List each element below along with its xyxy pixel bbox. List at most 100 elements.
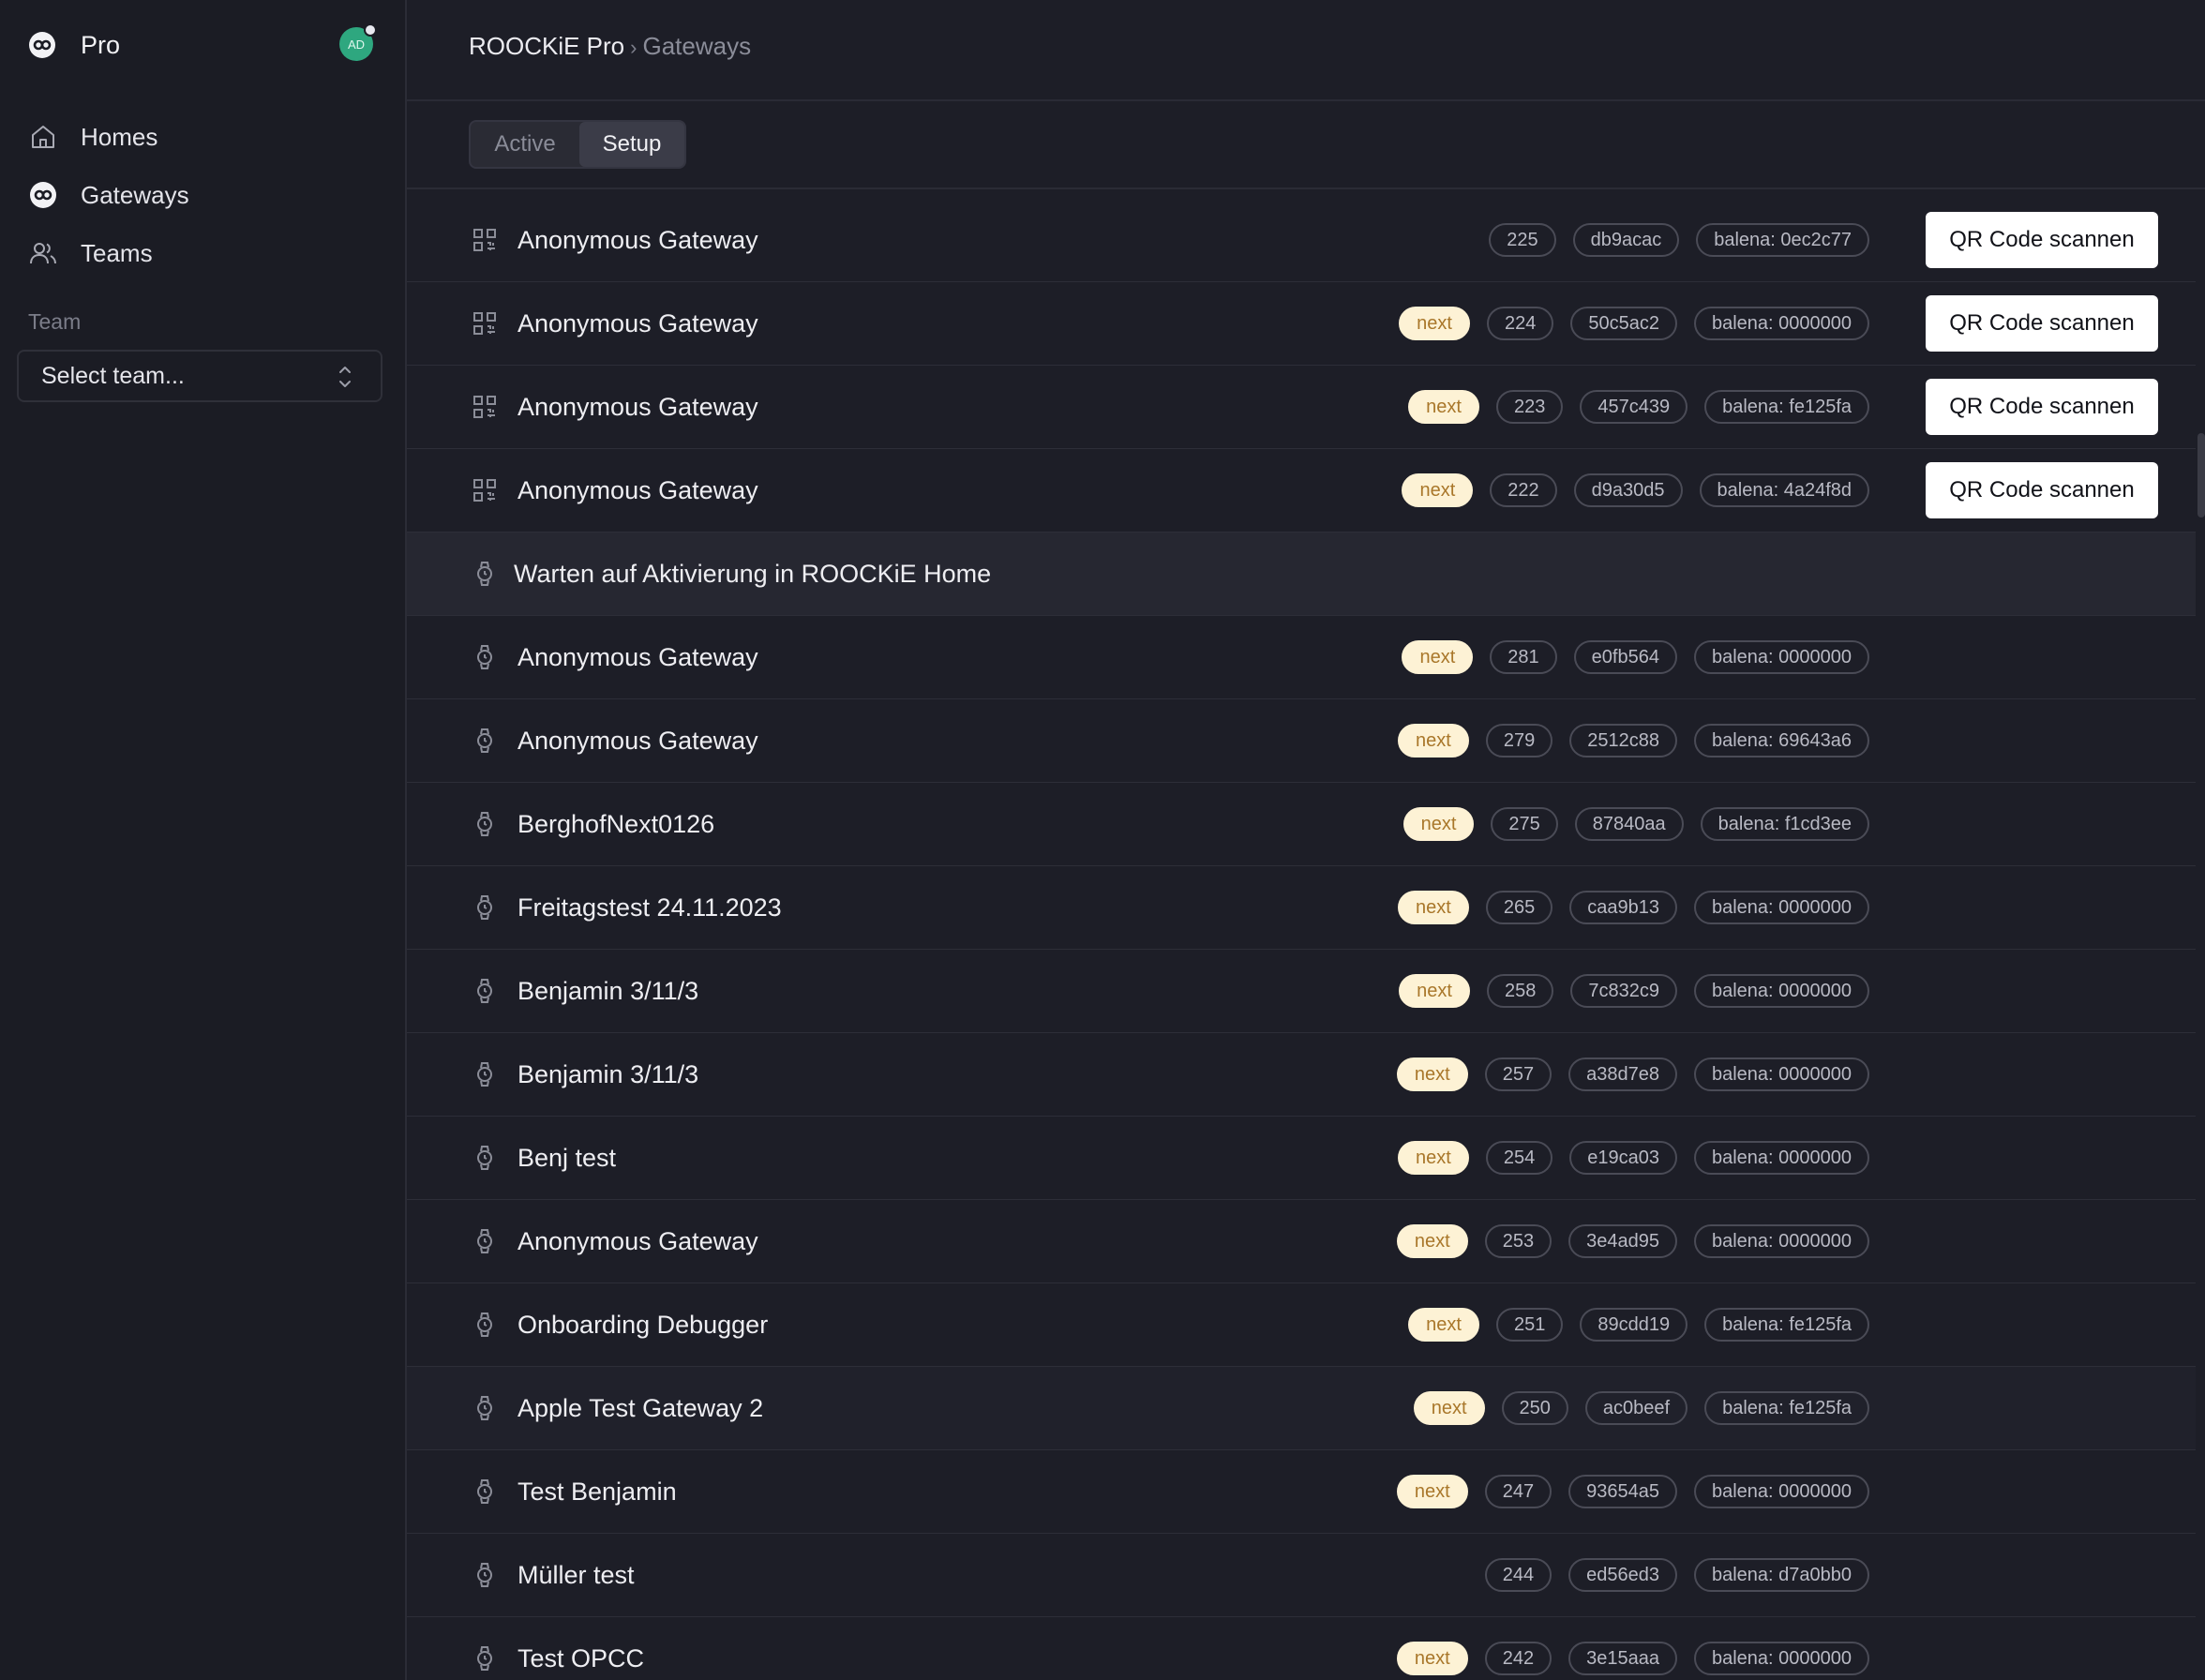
commit-hash-badge: d9a30d5 xyxy=(1573,473,1683,507)
brand[interactable]: Pro xyxy=(28,26,120,64)
gateway-id-badge: 223 xyxy=(1495,390,1564,424)
gateway-row[interactable]: Benjamin 3/11/3 next 257 a38d7e8 balena:… xyxy=(407,1033,2196,1117)
badge-group: next 258 7c832c9 balena: 0000000 xyxy=(1399,950,1869,1032)
status-dot-icon xyxy=(364,23,377,37)
tab-setup[interactable]: Setup xyxy=(579,122,684,167)
gateway-name: Benjamin 3/11/3 xyxy=(518,976,699,1005)
team-select[interactable]: Select team... xyxy=(17,350,382,402)
gateway-name: Anonymous Gateway xyxy=(518,225,758,254)
sidebar-item-label: Homes xyxy=(81,122,158,151)
gateway-name: Benj test xyxy=(518,1143,617,1172)
badge-group: next 254 e19ca03 balena: 0000000 xyxy=(1398,1117,1869,1199)
main-content: ROOCKiE Pro › Gateways Active Setup Anonym… xyxy=(407,0,2205,1680)
badge-group: next 265 caa9b13 balena: 0000000 xyxy=(1398,866,1869,949)
balena-badge: balena: fe125fa xyxy=(1704,1308,1869,1342)
tab-active[interactable]: Active xyxy=(471,122,579,167)
balena-badge: balena: 0000000 xyxy=(1693,1141,1869,1175)
gateway-name: Benjamin 3/11/3 xyxy=(518,1059,699,1088)
badge-group: next 253 3e4ad95 balena: 0000000 xyxy=(1396,1200,1869,1282)
avatar[interactable]: AD xyxy=(339,23,377,61)
topbar: ROOCKiE Pro › Gateways xyxy=(407,0,2205,101)
gateway-row[interactable]: Freitagstest 24.11.2023 next 265 caa9b13… xyxy=(407,866,2196,950)
sidebar-item-homes[interactable]: Homes xyxy=(28,108,189,166)
balena-badge: balena: 0000000 xyxy=(1693,307,1869,340)
gateway-row[interactable]: Anonymous Gateway next 279 2512c88 balen… xyxy=(407,699,2196,783)
next-badge: next xyxy=(1399,974,1470,1008)
commit-hash-badge: 457c439 xyxy=(1580,390,1688,424)
balena-badge: balena: 0000000 xyxy=(1693,1642,1869,1675)
gateway-name: Apple Test Gateway 2 xyxy=(518,1393,764,1422)
team-label: Team xyxy=(28,309,82,334)
watch-icon xyxy=(471,1394,499,1422)
commit-hash-badge: 93654a5 xyxy=(1568,1475,1677,1508)
gateway-row: Anonymous Gateway next 224 50c5ac2 balen… xyxy=(407,282,2196,366)
gateway-row: Anonymous Gateway next 223 457c439 balen… xyxy=(407,366,2196,449)
gateway-name: Anonymous Gateway xyxy=(518,642,758,671)
next-badge: next xyxy=(1398,891,1469,924)
next-badge: next xyxy=(1399,307,1470,340)
sidebar: Pro AD Homes Gateways Teams Team Select … xyxy=(0,0,407,1680)
qr-scan-button[interactable]: QR Code scannen xyxy=(1926,212,2158,268)
next-badge: next xyxy=(1396,1475,1468,1508)
gateway-row[interactable]: Benjamin 3/11/3 next 258 7c832c9 balena:… xyxy=(407,950,2196,1033)
balena-badge: balena: 0000000 xyxy=(1693,974,1869,1008)
next-badge: next xyxy=(1408,390,1479,424)
badge-group: next 275 87840aa balena: f1cd3ee xyxy=(1402,783,1869,865)
commit-hash-badge: 3e4ad95 xyxy=(1568,1224,1677,1258)
gateway-name: Müller test xyxy=(518,1560,635,1589)
badge-group: 225 db9acac balena: 0ec2c77 xyxy=(1489,199,1869,281)
qr-scan-button[interactable]: QR Code scannen xyxy=(1926,379,2158,435)
balena-badge: balena: fe125fa xyxy=(1704,390,1869,424)
watch-icon xyxy=(471,1060,499,1088)
watch-icon xyxy=(471,1311,499,1339)
watch-icon xyxy=(471,1561,499,1589)
gateway-row[interactable]: Anonymous Gateway next 281 e0fb564 balen… xyxy=(407,616,2196,699)
gateway-row[interactable]: Anonymous Gateway next 253 3e4ad95 balen… xyxy=(407,1200,2196,1283)
commit-hash-badge: 3e15aaa xyxy=(1568,1642,1677,1675)
next-badge: next xyxy=(1396,1642,1468,1675)
balena-badge: balena: 0000000 xyxy=(1693,1224,1869,1258)
balena-badge: balena: 0000000 xyxy=(1693,891,1869,924)
qr-scan-button[interactable]: QR Code scannen xyxy=(1926,462,2158,518)
badge-group: next 247 93654a5 balena: 0000000 xyxy=(1396,1450,1869,1533)
chevron-up-down-icon xyxy=(336,363,354,398)
commit-hash-badge: ed56ed3 xyxy=(1568,1558,1677,1592)
badge-group: next 251 89cdd19 balena: fe125fa xyxy=(1408,1283,1869,1366)
qr-scan-button[interactable]: QR Code scannen xyxy=(1926,295,2158,352)
breadcrumb-root[interactable]: ROOCKiE Pro xyxy=(469,32,624,60)
gateway-row[interactable]: Müller test 244 ed56ed3 balena: d7a0bb0 xyxy=(407,1534,2196,1617)
sidebar-item-gateways[interactable]: Gateways xyxy=(28,166,189,224)
commit-hash-badge: e0fb564 xyxy=(1573,640,1677,674)
commit-hash-badge: 7c832c9 xyxy=(1570,974,1677,1008)
next-badge: next xyxy=(1396,1058,1468,1091)
gateway-name: BerghofNext0126 xyxy=(518,809,715,838)
scrollbar[interactable] xyxy=(2198,433,2205,518)
gateway-row[interactable]: Apple Test Gateway 2 next 250 ac0beef ba… xyxy=(407,1367,2196,1450)
gateway-row[interactable]: Benj test next 254 e19ca03 balena: 00000… xyxy=(407,1117,2196,1200)
badge-group: next 223 457c439 balena: fe125fa xyxy=(1408,366,1869,448)
watch-icon xyxy=(471,560,499,588)
gateway-row[interactable]: Onboarding Debugger next 251 89cdd19 bal… xyxy=(407,1283,2196,1367)
gateway-row[interactable]: Test Benjamin next 247 93654a5 balena: 0… xyxy=(407,1450,2196,1534)
balena-badge: balena: 4a24f8d xyxy=(1699,473,1869,507)
next-badge: next xyxy=(1398,724,1469,758)
commit-hash-badge: a38d7e8 xyxy=(1568,1058,1677,1091)
commit-hash-badge: ac0beef xyxy=(1584,1391,1688,1425)
next-badge: next xyxy=(1402,473,1474,507)
badge-group: next 222 d9a30d5 balena: 4a24f8d xyxy=(1402,449,1869,532)
sidebar-nav: Homes Gateways Teams xyxy=(28,108,189,282)
gateway-row[interactable]: Test OPCC next 242 3e15aaa balena: 00000… xyxy=(407,1617,2196,1680)
gateway-row[interactable]: BerghofNext0126 next 275 87840aa balena:… xyxy=(407,783,2196,866)
gateway-name: Anonymous Gateway xyxy=(518,392,758,421)
gateway-row: Anonymous Gateway next 222 d9a30d5 balen… xyxy=(407,449,2196,532)
balena-badge: balena: fe125fa xyxy=(1704,1391,1869,1425)
next-badge: next xyxy=(1402,640,1474,674)
gateway-id-badge: 247 xyxy=(1484,1475,1552,1508)
watch-icon xyxy=(471,1227,499,1255)
gateway-id-badge: 279 xyxy=(1485,724,1553,758)
gateway-name: Anonymous Gateway xyxy=(518,308,758,338)
watch-icon xyxy=(471,643,499,671)
commit-hash-badge: 89cdd19 xyxy=(1580,1308,1688,1342)
sidebar-item-teams[interactable]: Teams xyxy=(28,224,189,282)
commit-hash-badge: e19ca03 xyxy=(1569,1141,1677,1175)
